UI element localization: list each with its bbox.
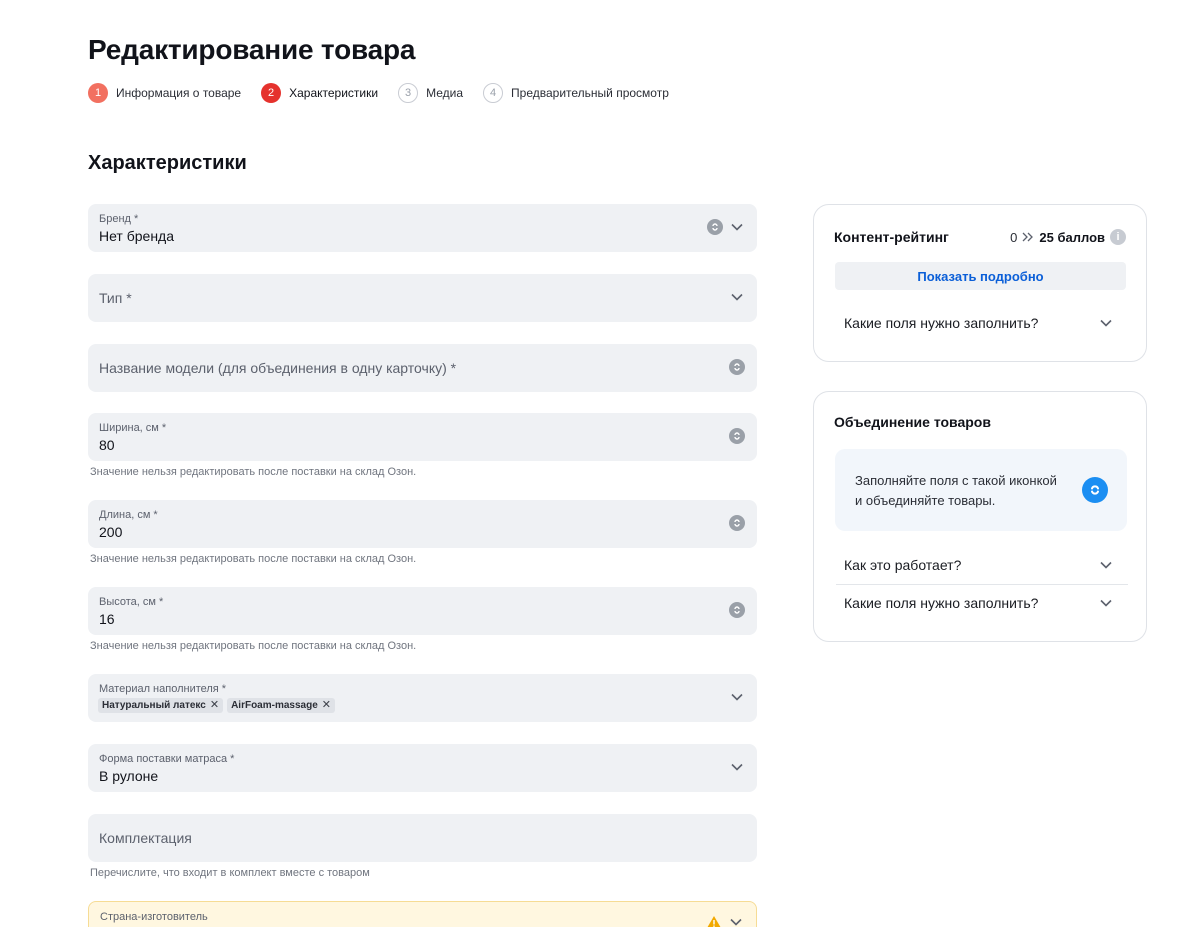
field-icons	[707, 219, 745, 235]
field-icons	[729, 759, 745, 775]
delivery-form-select[interactable]: Форма поставки матраса * В рулоне	[88, 744, 757, 792]
merge-icon	[729, 359, 745, 375]
show-details-button[interactable]: Показать подробно	[835, 262, 1126, 290]
field-label: Форма поставки матраса *	[99, 753, 235, 765]
step-number: 2	[261, 83, 282, 103]
rating-to: 25 баллов	[1039, 229, 1105, 245]
step-number: 1	[88, 83, 108, 103]
package-hint: Перечислите, что входит в комплект вмест…	[90, 867, 370, 879]
field-icons	[729, 515, 745, 531]
field-label: Ширина, см *	[99, 422, 167, 434]
package-input[interactable]: Комплектация	[88, 814, 757, 862]
field-icons	[729, 689, 745, 705]
step-label: Предварительный просмотр	[511, 86, 669, 100]
chevron-down-icon	[1098, 595, 1114, 611]
merge-icon	[729, 428, 745, 444]
width-hint: Значение нельзя редактировать после пост…	[90, 466, 417, 478]
merge-icon	[729, 515, 745, 531]
chevron-down-icon	[1098, 315, 1114, 331]
chevron-down-icon[interactable]	[729, 759, 745, 775]
stepper: 1 Информация о товаре 2 Характеристики 3…	[88, 83, 669, 103]
chevron-down-icon[interactable]	[729, 219, 745, 235]
step-number: 4	[483, 83, 504, 103]
field-placeholder: Комплектация	[99, 830, 192, 846]
content-rating-card: Контент-рейтинг 0 25 баллов i Показать п…	[813, 204, 1147, 362]
merge-icon	[707, 219, 723, 235]
close-icon[interactable]: ✕	[322, 700, 331, 711]
field-label: Материал наполнителя *	[99, 683, 227, 695]
field-icons	[729, 289, 745, 305]
chip-label: AirFoam-massage	[231, 700, 318, 711]
merge-icon	[729, 602, 745, 618]
card-title: Контент-рейтинг	[834, 229, 949, 245]
accordion-label: Какие поля нужно заполнить?	[844, 595, 1039, 611]
field-value: Нет бренда	[99, 228, 175, 244]
merge-info-box: Заполняйте поля с такой иконкой и объеди…	[835, 449, 1127, 531]
field-value: 16	[99, 611, 115, 627]
step-media[interactable]: 3 Медиа	[398, 83, 463, 103]
chevron-down-icon[interactable]	[729, 289, 745, 305]
width-input[interactable]: Ширина, см * 80	[88, 413, 757, 461]
field-label: Высота, см *	[99, 596, 164, 608]
field-label: Длина, см *	[99, 509, 158, 521]
chevron-down-icon	[1098, 557, 1114, 573]
field-placeholder: Тип *	[99, 290, 132, 306]
field-label: Страна-изготовитель	[100, 911, 208, 923]
height-hint: Значение нельзя редактировать после пост…	[90, 640, 417, 652]
step-label: Характеристики	[289, 86, 379, 100]
step-label: Информация о товаре	[116, 86, 242, 100]
merge-products-card: Объединение товаров Заполняйте поля с та…	[813, 391, 1147, 642]
length-input[interactable]: Длина, см * 200	[88, 500, 757, 548]
accordion-label: Какие поля нужно заполнить?	[844, 315, 1039, 331]
field-placeholder: Название модели (для объединения в одну …	[99, 360, 457, 376]
model-name-input[interactable]: Название модели (для объединения в одну …	[88, 344, 757, 392]
chevron-down-icon[interactable]	[728, 914, 744, 927]
field-value: В рулоне	[99, 768, 159, 784]
accordion-required-fields[interactable]: Какие поля нужно заполнить?	[844, 595, 1114, 611]
rating-from: 0	[1010, 229, 1018, 245]
step-label: Медиа	[426, 86, 464, 100]
chip-label: Натуральный латекс	[102, 700, 206, 711]
field-value: 200	[99, 524, 123, 540]
page-title: Редактирование товара	[88, 34, 416, 65]
rating-score: 0 25 баллов i	[1010, 229, 1126, 245]
brand-select[interactable]: Бренд * Нет бренда	[88, 204, 757, 252]
merge-info-text: Заполняйте поля с такой иконкой и объеди…	[855, 471, 1085, 511]
divider	[836, 584, 1128, 585]
filler-material-select[interactable]: Материал наполнителя * Натуральный латек…	[88, 674, 757, 722]
warning-icon	[706, 914, 722, 927]
height-input[interactable]: Высота, см * 16	[88, 587, 757, 635]
card-title: Объединение товаров	[834, 414, 991, 430]
chip-airfoam: AirFoam-massage ✕	[227, 698, 335, 713]
field-value: 80	[99, 437, 115, 453]
field-icons	[729, 359, 745, 375]
step-product-info[interactable]: 1 Информация о товаре	[88, 83, 241, 103]
chip-natural-latex: Натуральный латекс ✕	[98, 698, 224, 713]
step-characteristics[interactable]: 2 Характеристики	[261, 83, 378, 103]
length-hint: Значение нельзя редактировать после пост…	[90, 553, 417, 565]
field-icons	[729, 602, 745, 618]
chevron-down-icon[interactable]	[729, 689, 745, 705]
field-icons	[729, 428, 745, 444]
close-icon[interactable]: ✕	[210, 700, 219, 711]
accordion-label: Как это работает?	[844, 557, 962, 573]
double-chevron-right-icon	[1022, 230, 1034, 245]
accordion-required-fields[interactable]: Какие поля нужно заполнить?	[844, 315, 1114, 331]
info-line: и объединяйте товары.	[855, 493, 996, 508]
field-icons	[706, 914, 744, 927]
info-line: Заполняйте поля с такой иконкой	[855, 473, 1057, 488]
step-preview[interactable]: 4 Предварительный просмотр	[483, 83, 669, 103]
chip-list: Натуральный латекс ✕ AirFoam-massage ✕	[98, 698, 335, 713]
info-icon[interactable]: i	[1110, 229, 1126, 245]
section-title: Характеристики	[88, 152, 247, 174]
country-select[interactable]: Страна-изготовитель	[88, 901, 757, 927]
step-number: 3	[398, 83, 419, 103]
field-label: Бренд *	[99, 213, 139, 225]
type-select[interactable]: Тип *	[88, 274, 757, 322]
merge-link-icon	[1082, 477, 1108, 503]
accordion-how-it-works[interactable]: Как это работает?	[844, 557, 1114, 573]
